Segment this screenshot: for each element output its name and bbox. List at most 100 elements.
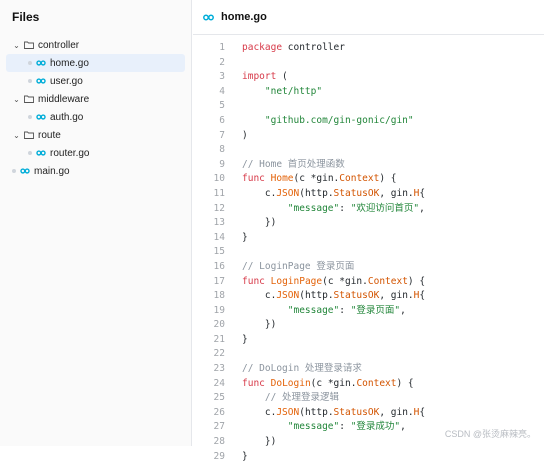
line-number: 20 <box>213 319 225 331</box>
tree-dot-icon <box>28 151 32 155</box>
code-line: 23 // DoLogin 处理登录请求 <box>193 362 544 377</box>
code-token: // 处理登录逻辑 <box>264 392 340 404</box>
tree-item-label: router.go <box>50 147 90 159</box>
tree-item-label: middleware <box>38 93 90 105</box>
code-token: controller <box>282 42 345 53</box>
go-file-icon <box>36 60 46 66</box>
chevron-down-icon[interactable]: ⌄ <box>12 41 21 50</box>
line-number: 11 <box>213 187 225 199</box>
line-number: 23 <box>213 363 225 375</box>
code-token: : <box>339 304 351 316</box>
code-text: }) <box>242 435 276 450</box>
line-number: 5 <box>219 100 225 112</box>
line-number: 2 <box>219 56 225 68</box>
line-number: 9 <box>219 158 225 170</box>
file-item[interactable]: home.go <box>6 54 185 72</box>
line-number: 4 <box>219 85 225 97</box>
code-line: 7) <box>193 129 544 144</box>
code-token: DoLogin <box>270 377 311 389</box>
file-tree: ⌄ controller home.go user.go ⌄ middleware auth… <box>0 36 191 180</box>
code-text: } <box>242 333 248 348</box>
tree-dot-icon <box>28 61 32 65</box>
code-line: 12 "message": "欢迎访问首页", <box>193 202 544 217</box>
code-token: // Home 首页处理函数 <box>242 158 345 170</box>
code-token: "github.com/gin-gonic/gin" <box>264 114 414 126</box>
folder-item[interactable]: ⌄ controller <box>0 36 191 54</box>
chevron-down-icon[interactable]: ⌄ <box>12 131 21 140</box>
file-item[interactable]: router.go <box>0 144 191 162</box>
watermark: CSDN @张烫麻辣亮。 <box>444 429 536 439</box>
code-text: // Home 首页处理函数 <box>242 158 345 173</box>
code-line: 10 func Home(c *gin.Context) { <box>193 172 544 187</box>
code-line: 20 }) <box>193 318 544 333</box>
line-number: 1 <box>219 42 225 53</box>
code-line: 14} <box>193 231 544 246</box>
code-line: 22 <box>193 347 544 362</box>
folder-icon <box>24 131 34 139</box>
editor-tab-title[interactable]: home.go <box>221 11 267 23</box>
code-line: 3 import ( <box>193 70 544 85</box>
code-token: }) <box>242 217 277 229</box>
code-line: 4 "net/http" <box>193 85 544 100</box>
code-line: 25 // 处理登录逻辑 <box>193 391 544 406</box>
code-token: ) { <box>379 173 397 185</box>
line-number: 10 <box>213 173 225 185</box>
code-text: ) <box>242 129 248 144</box>
code-token: (http. <box>299 290 334 302</box>
code-token: } <box>242 231 248 243</box>
code-token: : <box>339 202 351 214</box>
tree-dot-icon <box>28 79 32 83</box>
code-token: ) { <box>407 275 426 287</box>
line-number: 26 <box>213 406 225 418</box>
code-line: 13 }) <box>193 216 544 231</box>
code-token: JSON <box>276 406 300 418</box>
tree-item-label: user.go <box>50 75 83 87</box>
code-line: 8 <box>193 143 544 158</box>
line-number: 22 <box>213 348 225 360</box>
line-number: 28 <box>213 436 225 448</box>
code-token: // LoginPage 登录页面 <box>242 260 355 272</box>
code-line: 9 // Home 首页处理函数 <box>193 158 544 173</box>
code-token: "message" <box>287 421 340 433</box>
line-number: 25 <box>213 392 225 404</box>
line-number: 21 <box>213 333 225 345</box>
code-text: "message": "登录成功", <box>242 420 406 435</box>
code-token: func <box>242 377 265 389</box>
code-token: func <box>242 173 265 185</box>
code-token: (http. <box>299 187 334 199</box>
code-token: { <box>419 406 426 418</box>
folder-item[interactable]: ⌄ route <box>0 126 191 144</box>
code-text: "net/http" <box>242 85 322 100</box>
code-token: "欢迎访问首页" <box>350 202 420 214</box>
file-item[interactable]: user.go <box>0 72 191 90</box>
file-item[interactable]: auth.go <box>0 108 191 126</box>
code-token: JSON <box>276 187 300 199</box>
tree-item-label: controller <box>38 39 80 51</box>
code-token: "message" <box>287 202 340 214</box>
line-number: 12 <box>213 202 225 214</box>
code-text: package controller <box>242 41 345 56</box>
code-text: c.JSON(http.StatusOK, gin.H{ <box>242 406 425 421</box>
tree-item-label: route <box>38 129 61 141</box>
chevron-down-icon[interactable]: ⌄ <box>12 95 21 104</box>
line-number: 29 <box>213 450 225 462</box>
code-token: "登录页面" <box>350 304 401 316</box>
code-token: , gin. <box>379 187 414 199</box>
code-token: , <box>419 202 425 214</box>
folder-item[interactable]: ⌄ middleware <box>0 90 191 108</box>
code-text: // LoginPage 登录页面 <box>242 260 354 275</box>
code-content[interactable]: 1 package controller 2 3 import (4 "net/http… <box>193 41 544 464</box>
sidebar-title: Files <box>12 10 40 24</box>
file-item[interactable]: main.go <box>0 162 191 180</box>
code-token: ) { <box>396 377 414 389</box>
code-token: Home <box>270 173 294 185</box>
file-explorer: Files ⌄ controller home.go user.go ⌄ middlewa… <box>0 0 192 446</box>
code-token: c. <box>242 406 277 418</box>
code-token: { <box>419 187 426 199</box>
tree-item-label: auth.go <box>50 111 84 123</box>
line-number: 24 <box>213 377 225 389</box>
